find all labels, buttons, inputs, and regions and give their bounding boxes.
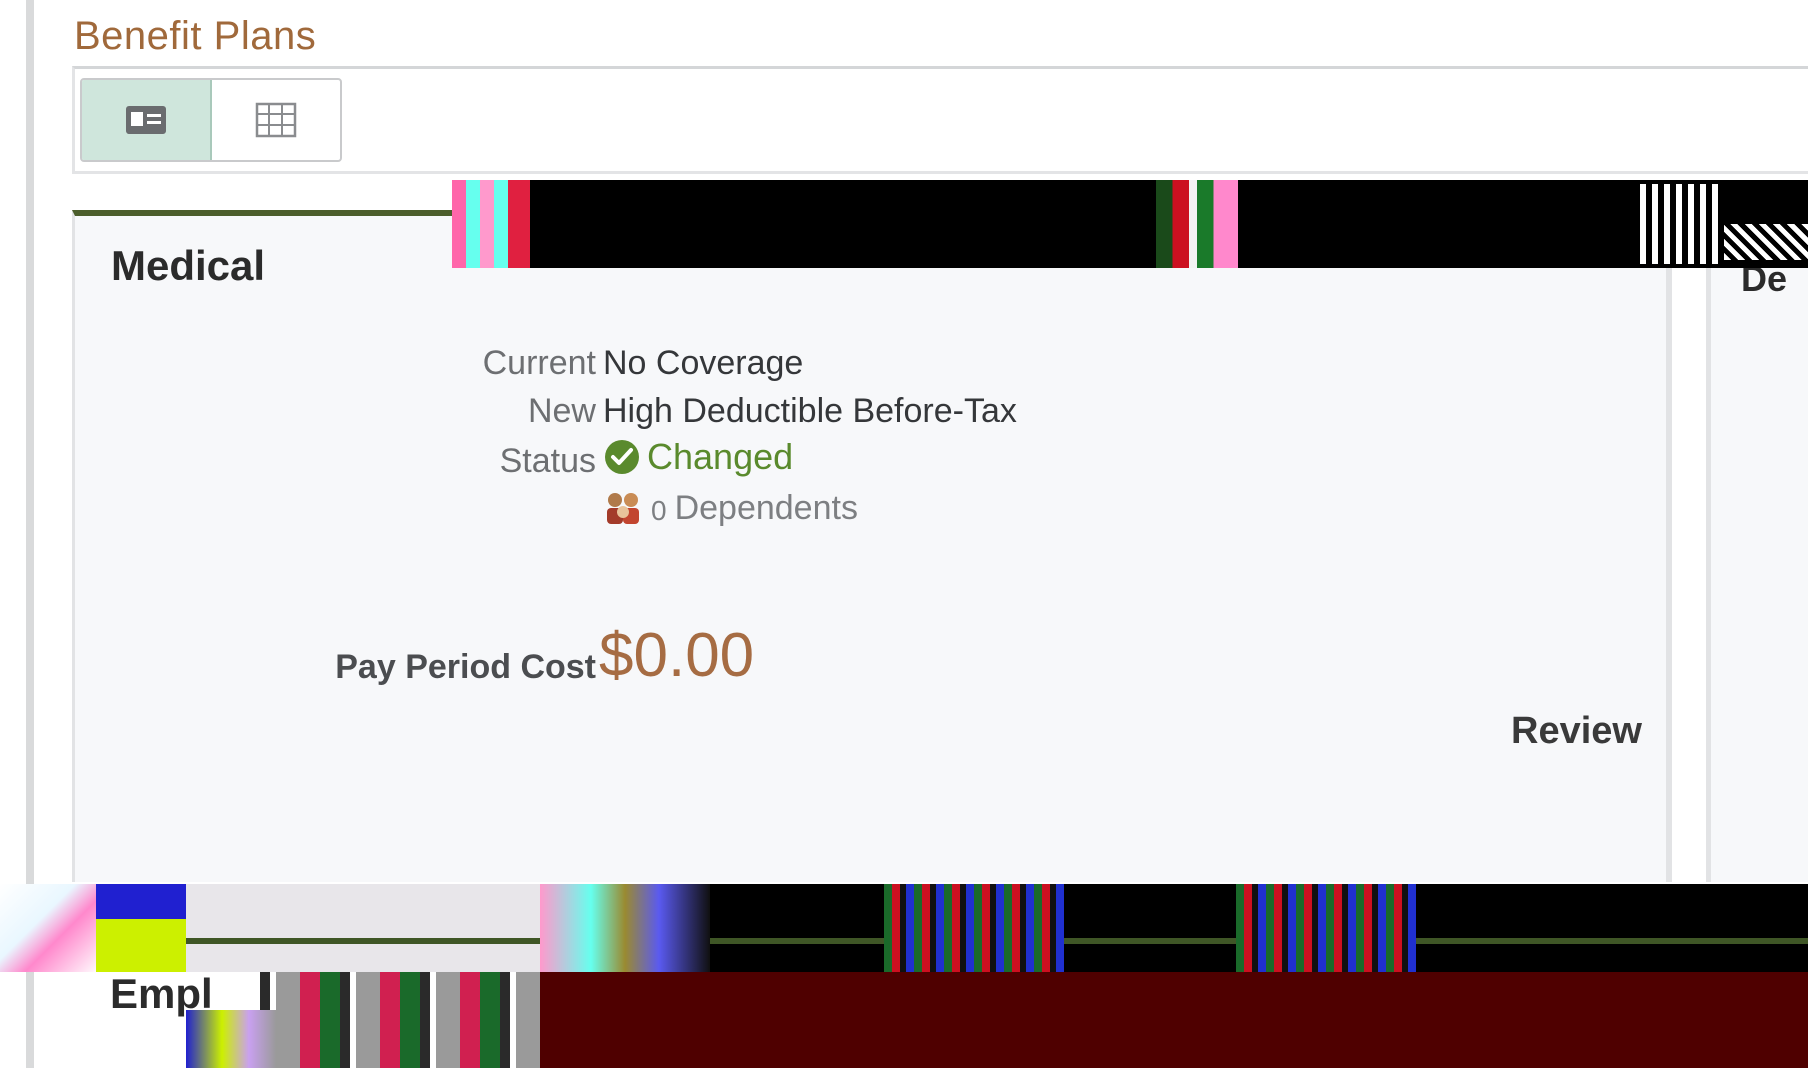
corrupted-strip	[1640, 184, 1720, 264]
dependents-link[interactable]: 0 Dependents	[603, 488, 858, 528]
benefits-page: Benefit Plans Medical Current No Coverag…	[0, 0, 1808, 1068]
dependents-count: 0	[651, 495, 667, 526]
corrupted-strip	[540, 884, 710, 972]
corrupted-strip	[452, 180, 530, 268]
section-title: Benefit Plans	[74, 14, 317, 58]
grid-icon	[255, 102, 297, 138]
corrupted-strip	[1156, 180, 1238, 268]
id-card-icon	[126, 106, 166, 134]
corrupted-strip	[96, 884, 186, 972]
corrupted-strip	[1236, 884, 1416, 972]
corrupted-strip	[884, 884, 1064, 972]
corrupted-region-top	[452, 180, 1808, 268]
dependents-label: Dependents	[674, 488, 858, 527]
corrupted-strip	[1724, 224, 1808, 260]
bottom-card-title: Empl	[110, 970, 213, 1017]
status-value: Changed	[603, 436, 793, 478]
new-label: New	[527, 392, 596, 430]
review-link[interactable]: Review	[1511, 710, 1642, 753]
corrupted-strip	[186, 1010, 276, 1068]
corrupted-strip	[0, 884, 100, 972]
check-circle-icon	[605, 440, 639, 474]
current-label: Current	[482, 344, 596, 382]
pay-period-cost-label: Pay Period Cost	[335, 648, 596, 686]
next-plan-card[interactable]: De	[1706, 210, 1808, 882]
status-label: Status	[499, 442, 596, 480]
current-value: No Coverage	[603, 344, 804, 382]
medical-card: Medical Current No Coverage New High Ded…	[72, 210, 1672, 882]
pay-period-cost-value: $0.00	[599, 621, 755, 690]
status-text: Changed	[647, 436, 794, 477]
corrupted-strip	[260, 972, 540, 1068]
people-icon	[607, 493, 639, 524]
card-title: Medical	[111, 242, 266, 289]
card-view-button[interactable]	[82, 80, 212, 160]
grid-view-button[interactable]	[212, 80, 340, 160]
new-value: High Deductible Before-Tax	[603, 392, 1017, 430]
corrupted-region-maroon	[540, 972, 1808, 1068]
view-toggle-group	[80, 78, 342, 162]
